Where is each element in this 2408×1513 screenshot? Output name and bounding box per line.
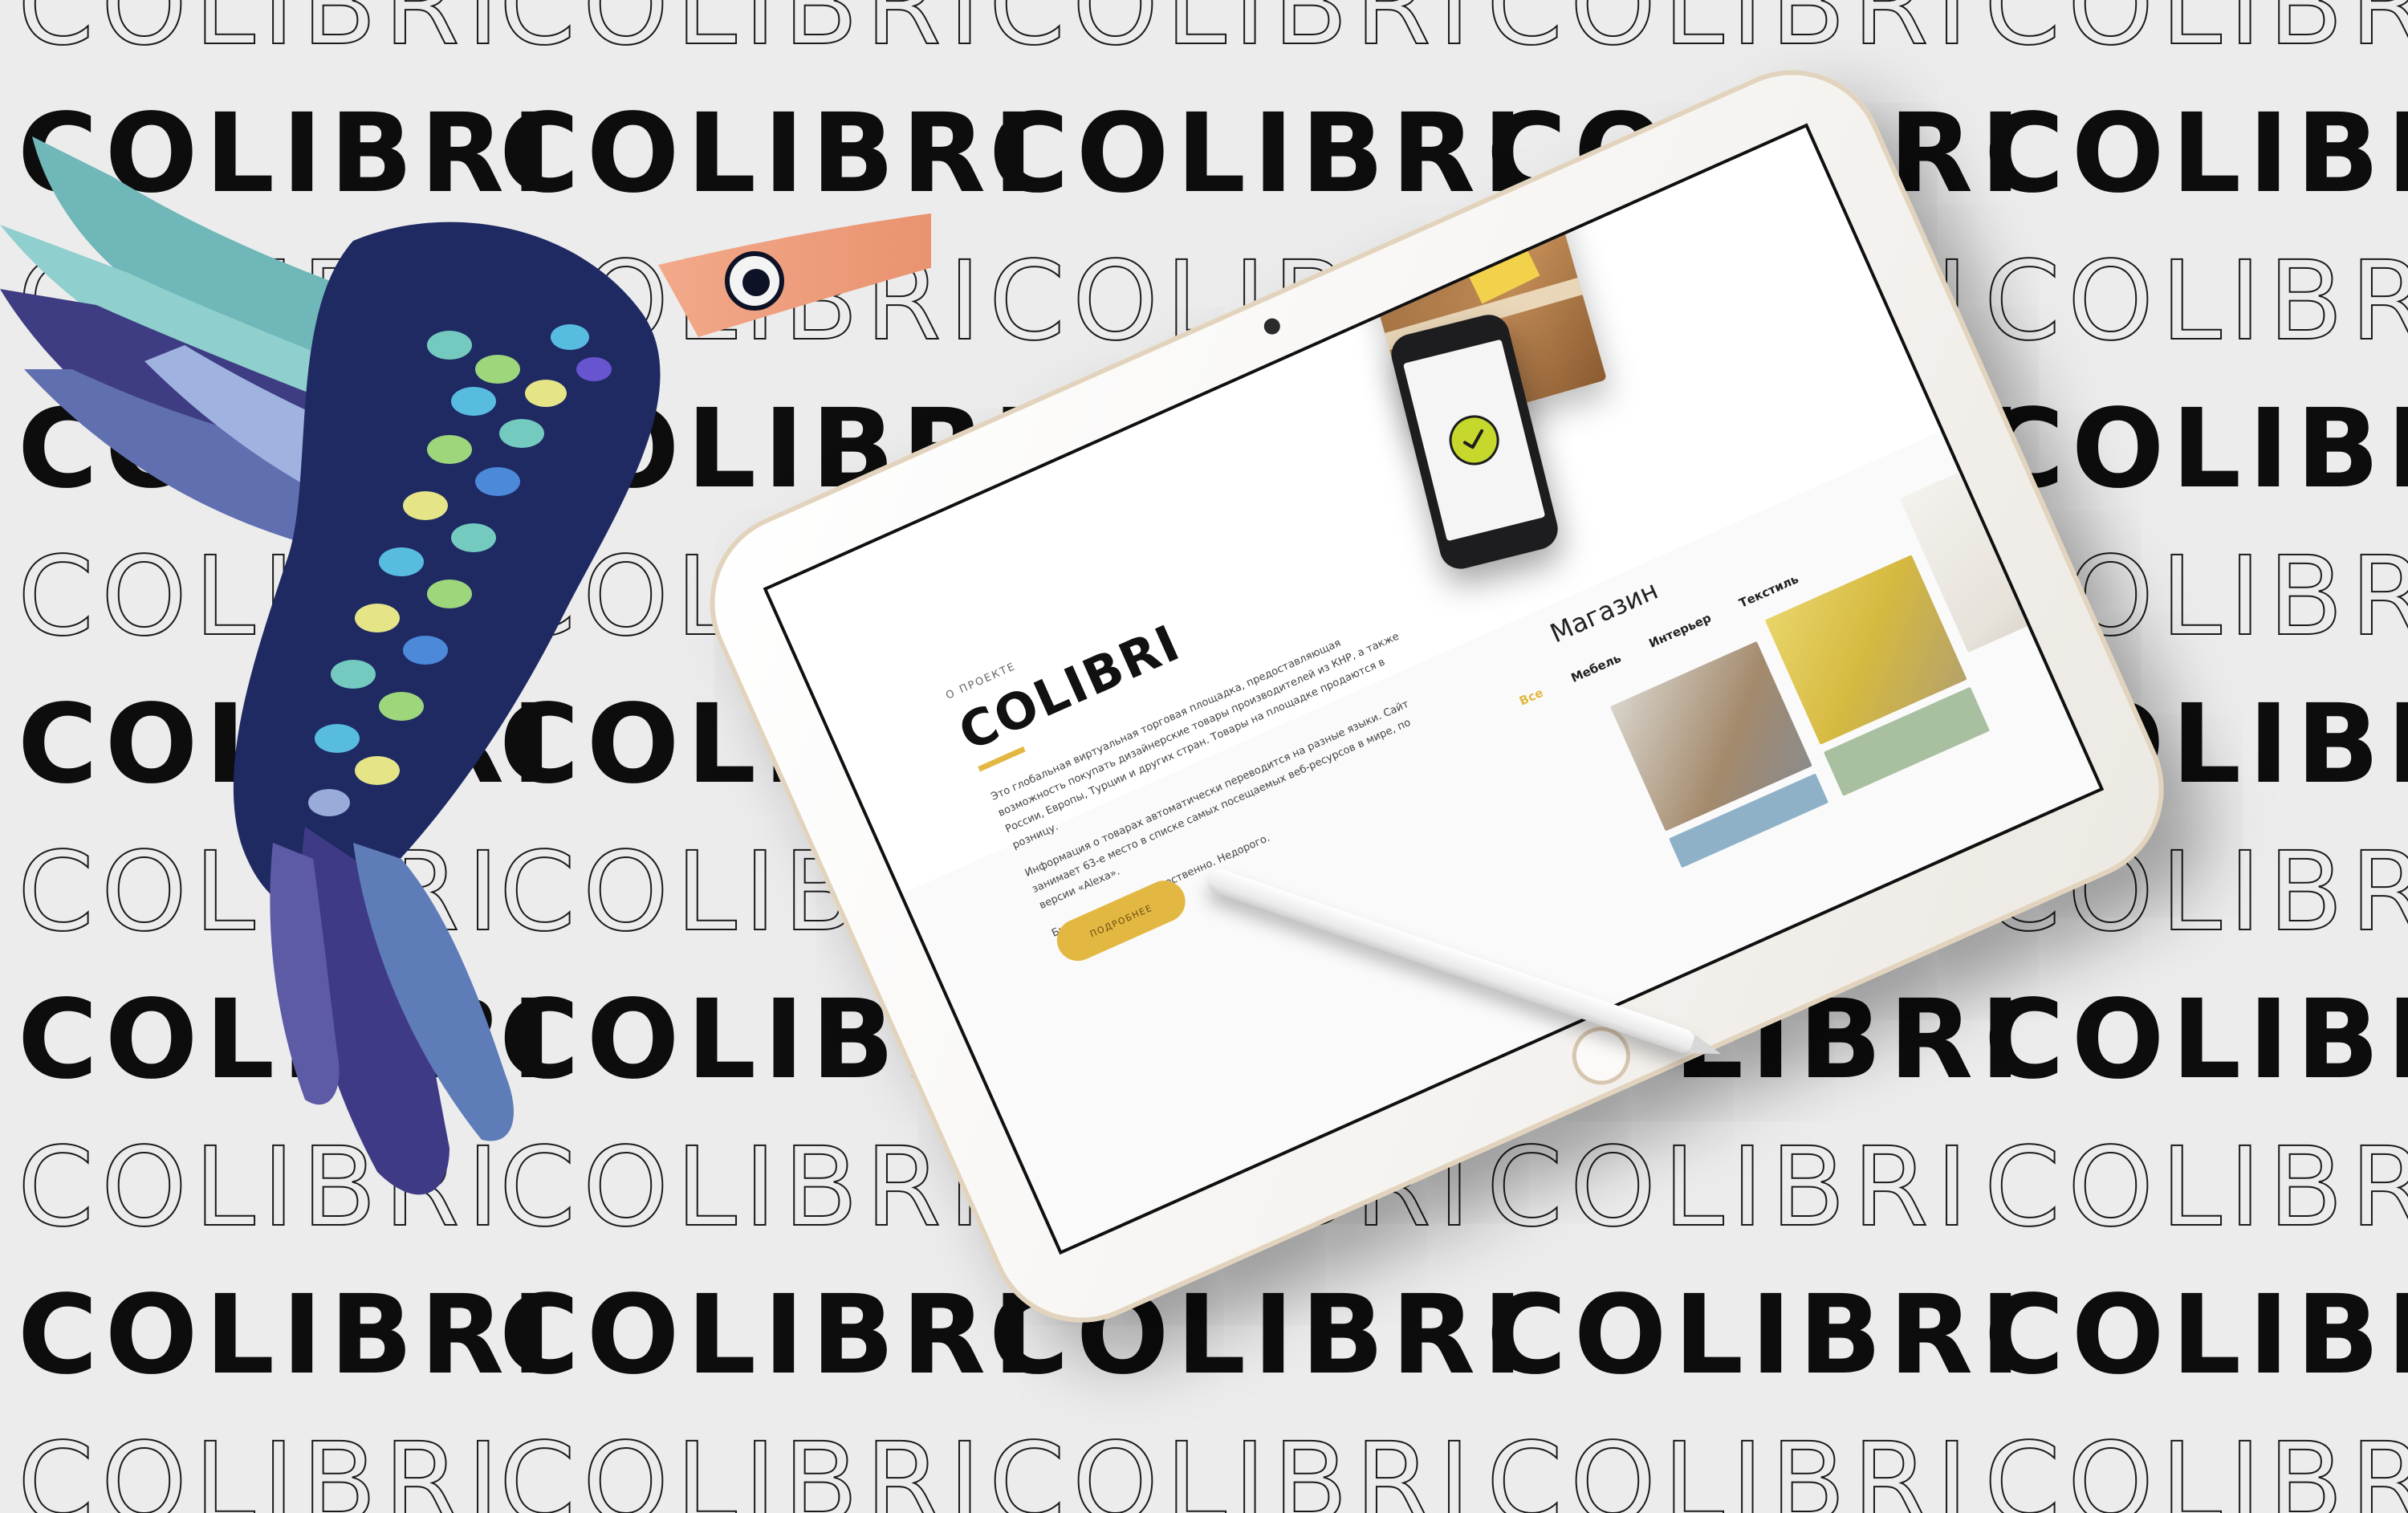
- tablet-camera: [1261, 315, 1283, 337]
- outline-wordmark: COLIBRI: [988, 0, 1478, 70]
- solid-wordmark: COLIBRI: [499, 1272, 1041, 1399]
- solid-wordmark: COLIBRI: [989, 91, 1531, 218]
- outline-wordmark: COLIBRI: [1983, 1125, 2408, 1251]
- tab-interior[interactable]: Интерьер: [1647, 611, 1714, 651]
- outline-wordmark: COLIBRI: [498, 1420, 988, 1513]
- solid-wordmark: COLIBRI: [1984, 977, 2408, 1104]
- solid-wordmark: COLIBRI: [1984, 1272, 2408, 1399]
- check-icon: [1444, 409, 1505, 471]
- tab-all[interactable]: Все: [1517, 685, 1545, 709]
- solid-wordmark: COLIBRI: [18, 1272, 559, 1399]
- tab-textile[interactable]: Текстиль: [1737, 571, 1801, 611]
- outline-wordmark: COLIBRI: [988, 1420, 1478, 1513]
- tab-furniture[interactable]: Мебель: [1569, 651, 1624, 685]
- solid-wordmark: COLIBRI: [1984, 386, 2408, 513]
- outline-wordmark: COLIBRI: [1983, 0, 2408, 70]
- outline-wordmark: COLIBRI: [1486, 0, 1975, 70]
- outline-wordmark: COLIBRI: [1486, 1420, 1975, 1513]
- outline-wordmark: COLIBRI: [498, 0, 988, 70]
- solid-wordmark: COLIBRI: [1487, 1272, 2028, 1399]
- outline-wordmark: COLIBRI: [17, 0, 506, 70]
- solid-wordmark: COLIBRI: [1984, 91, 2408, 218]
- outline-wordmark: COLIBRI: [1486, 1125, 1975, 1251]
- outline-wordmark: COLIBRI: [17, 1420, 506, 1513]
- outline-wordmark: COLIBRI: [1983, 238, 2408, 365]
- outline-wordmark: COLIBRI: [1983, 1420, 2408, 1513]
